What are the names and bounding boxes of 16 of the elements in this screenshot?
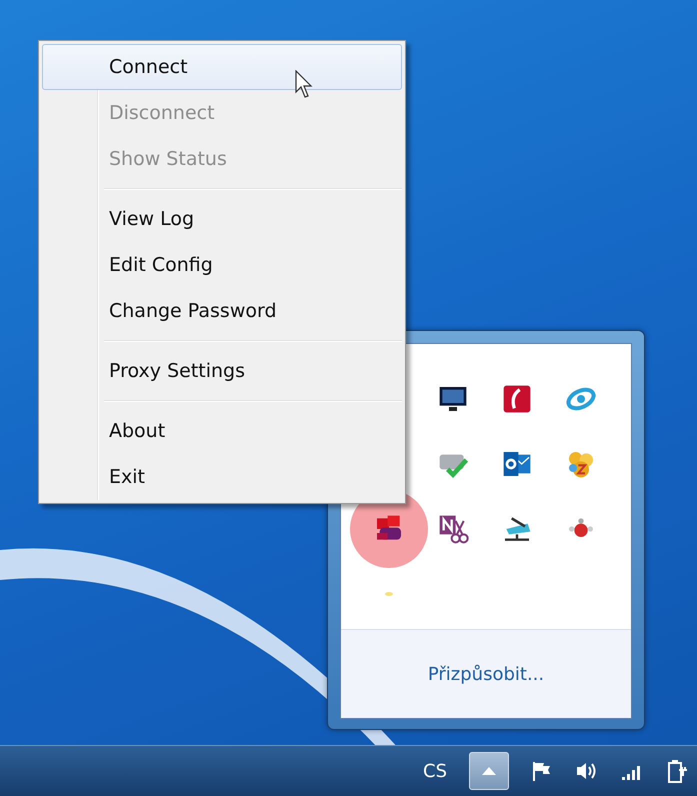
menu-item[interactable]: View Log [42,196,402,242]
menu-item[interactable]: Connect [42,44,402,90]
mouse-cursor-icon [295,70,315,100]
battery-plug-icon[interactable] [667,758,689,784]
customize-link[interactable]: Přizpůsobit... [428,664,544,684]
note-scissors-icon[interactable] [437,512,469,544]
menu-item[interactable]: Proxy Settings [42,348,402,394]
menu-item[interactable]: Exit [42,454,402,500]
menu-item[interactable]: Edit Config [42,242,402,288]
language-indicator[interactable]: CS [423,760,447,782]
ring-app-icon[interactable] [501,382,533,414]
menu-item[interactable]: Change Password [42,288,402,334]
menu-item[interactable]: About [42,408,402,454]
flag-icon[interactable] [531,760,553,782]
show-hidden-icons-button[interactable] [469,752,509,790]
caret-icon [482,767,496,775]
